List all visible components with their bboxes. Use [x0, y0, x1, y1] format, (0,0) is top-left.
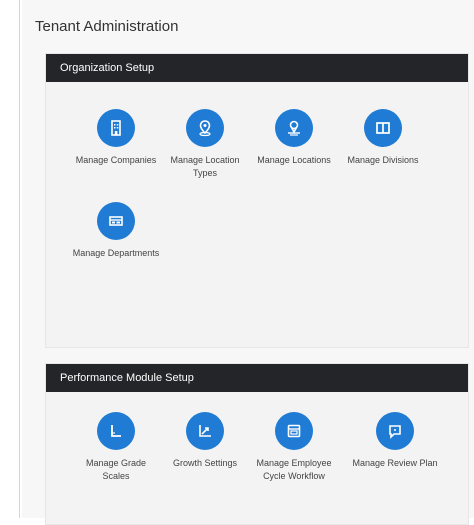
- left-divider: [19, 0, 20, 518]
- tile-label: Manage Employee Cycle Workflow: [256, 458, 332, 481]
- tile-label: Manage Locations: [257, 155, 331, 165]
- manage-locations-tile[interactable]: Manage Locations: [250, 109, 338, 167]
- workflow-icon: [275, 412, 313, 450]
- tile-label: Manage Companies: [75, 155, 157, 165]
- grade-scale-icon: [97, 412, 135, 450]
- tile-label: Manage Divisions: [347, 155, 419, 165]
- manage-companies-tile[interactable]: Manage Companies: [72, 109, 160, 167]
- manage-grade-scales-tile[interactable]: Manage Grade Scales: [72, 412, 160, 483]
- tile-label: Growth Settings: [172, 458, 238, 468]
- manage-employee-cycle-workflow-tile[interactable]: Manage Employee Cycle Workflow: [250, 412, 338, 483]
- review-chat-icon: [376, 412, 414, 450]
- tile-label: Manage Departments: [72, 248, 160, 258]
- growth-chart-icon: [186, 412, 224, 450]
- columns-icon: [364, 109, 402, 147]
- growth-settings-tile[interactable]: Growth Settings: [161, 412, 249, 470]
- performance-module-setup-section: Performance Module Setup Manage Grade Sc…: [45, 363, 469, 525]
- section-title: Organization Setup: [46, 54, 468, 82]
- organization-setup-section: Organization Setup Manage Companies Mana…: [45, 53, 469, 348]
- tile-label: Manage Grade Scales: [85, 458, 147, 481]
- manage-divisions-tile[interactable]: Manage Divisions: [339, 109, 427, 167]
- tile-label: Manage Location Types: [170, 155, 240, 178]
- department-card-icon: [97, 202, 135, 240]
- tile-label: Manage Review Plan: [352, 458, 438, 468]
- manage-departments-tile[interactable]: Manage Departments: [72, 202, 160, 260]
- page-title: Tenant Administration: [35, 18, 179, 35]
- map-pin-icon: [275, 109, 313, 147]
- manage-location-types-tile[interactable]: Manage Location Types: [161, 109, 249, 180]
- manage-review-plan-tile[interactable]: Manage Review Plan: [351, 412, 439, 470]
- location-pin-icon: [186, 109, 224, 147]
- building-icon: [97, 109, 135, 147]
- section-title: Performance Module Setup: [46, 364, 468, 392]
